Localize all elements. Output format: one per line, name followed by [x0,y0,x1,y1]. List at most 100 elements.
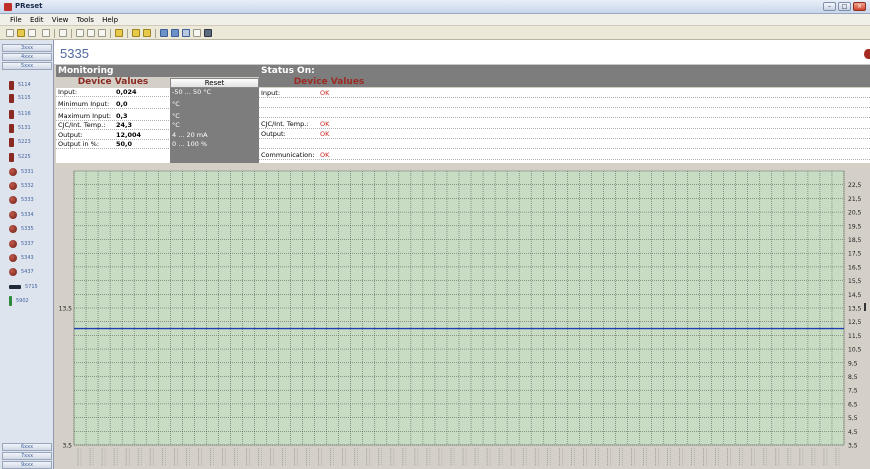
row-value: 50,0 [116,140,133,148]
menu-file[interactable]: File [7,14,25,26]
splitter-handle[interactable] [864,303,866,311]
monitoring-heading: Monitoring [56,65,259,77]
connect-icon[interactable] [204,29,212,37]
sidebar-item-label: 5114 [18,82,31,88]
sidebar-item-5114[interactable]: 5114 [9,80,31,90]
sidebar-item-5131[interactable]: 5131 [9,123,31,133]
device-icon [9,137,14,147]
y-tick-label-right: 5,5 [848,415,858,422]
help-icon[interactable] [115,29,123,37]
sidebar-item-5902[interactable]: 5902 [9,296,29,306]
new-icon[interactable] [6,29,14,37]
row-value: 0,3 [116,112,128,120]
download-icon[interactable] [143,29,151,37]
sidebar-item-5335[interactable]: 5335 [9,224,34,234]
y-tick-label-right: 8,5 [848,374,858,381]
menu-help[interactable]: Help [99,14,121,26]
undo-icon[interactable] [42,29,50,37]
menu-bar: File Edit View Tools Help [0,14,870,26]
upload-icon[interactable] [132,29,140,37]
settings-icon[interactable] [193,29,201,37]
device-icon [9,80,14,90]
sidebar-item-5332[interactable]: 5332 [9,181,34,191]
paste-icon[interactable] [98,29,106,37]
y-tick-label-right: 20,5 [848,210,862,217]
device-icon [9,109,14,119]
y-tick-label-right: 14,5 [848,292,862,299]
device-icon [9,254,17,262]
sidebar-item-5337[interactable]: 5337 [9,239,34,249]
group-3xxx-button[interactable]: 3xxx [2,44,52,52]
sidebar-item-5225[interactable]: 5225 [9,152,31,162]
sidebar-item-label: 5343 [21,255,34,261]
y-tick-label-left: 13,5 [59,306,73,313]
close-button[interactable]: × [853,2,866,11]
minimize-button[interactable]: – [823,2,836,11]
row-value: 0,0 [116,100,128,108]
title-bar: PReset – □ × [0,0,870,14]
table-row: Output: OK [259,129,870,139]
open-icon[interactable] [17,29,25,37]
sidebar-item-5115[interactable]: 5115 [9,93,31,103]
device-icon [9,268,17,276]
sidebar-item-5334[interactable]: 5334 [9,210,34,220]
menu-edit[interactable]: Edit [27,14,47,26]
sidebar-item-5437[interactable]: 5437 [9,267,34,277]
y-tick-label-right: 22,5 [848,182,862,189]
maximize-button[interactable]: □ [838,2,851,11]
group-4xxx-button[interactable]: 4xxx [2,53,52,61]
sidebar-item-label: 5715 [25,284,38,290]
y-tick-label-right: 12,5 [848,319,862,326]
table-row: Input: OK [259,88,870,98]
unit-label: -50 ... 50 °C [172,88,212,96]
y-tick-label-right: 15,5 [848,278,862,285]
sidebar-item-label: 5334 [21,212,34,218]
group-9xxx-button[interactable]: 9xxx [2,461,52,469]
row-label: CJC/Int. Temp.: [261,120,309,128]
sidebar-item-label: 5333 [21,197,34,203]
copy-icon[interactable] [87,29,95,37]
y-tick-label-right: 16,5 [848,264,862,271]
sidebar-item-5715[interactable]: 5715 [9,282,38,292]
menu-view[interactable]: View [49,14,72,26]
status-header-fill [399,77,870,87]
group-5xxx-button[interactable]: 5xxx [2,62,52,70]
reset-button[interactable]: Reset [170,78,259,88]
toolbar-separator [110,29,111,38]
unit-label: °C [172,100,180,108]
menu-tools[interactable]: Tools [74,14,97,26]
monitor-icon[interactable] [171,29,179,37]
row-label: Input: [58,88,78,96]
save-icon[interactable] [28,29,36,37]
group-6xxx-button[interactable]: 6xxx [2,443,52,451]
device-header: 5335 [54,40,870,65]
table-row: Communication: OK [259,150,870,160]
row-value: 0,024 [116,88,137,96]
row-value: 24,3 [116,121,133,129]
print-icon[interactable] [59,29,67,37]
sidebar-item-5223[interactable]: 5223 [9,137,31,147]
cut-icon[interactable] [76,29,84,37]
chart-icon[interactable] [182,29,190,37]
unit-label: °C [172,112,180,120]
toolbar-separator [155,29,156,38]
y-tick-label-right: 19,5 [848,223,862,230]
table-row [259,139,870,149]
configure-icon[interactable] [160,29,168,37]
sidebar-item-5331[interactable]: 5331 [9,167,34,177]
device-icon [9,152,14,162]
y-tick-label-right: 10,5 [848,347,862,354]
sidebar-item-5343[interactable]: 5343 [9,253,34,263]
device-icon [9,211,17,219]
device-icon [9,168,17,176]
sidebar-item-label: 5116 [18,111,31,117]
sidebar-item-5116[interactable]: 5116 [9,109,31,119]
group-7xxx-button[interactable]: 7xxx [2,452,52,460]
row-value: 12,004 [116,131,142,139]
unit-column [170,88,259,163]
sidebar-item-5333[interactable]: 5333 [9,195,34,205]
unit-label: 0 ... 100 % [172,140,208,148]
toolbar [0,26,870,40]
row-label: Maximum Input: [58,112,112,120]
window-title: PReset [15,2,43,10]
